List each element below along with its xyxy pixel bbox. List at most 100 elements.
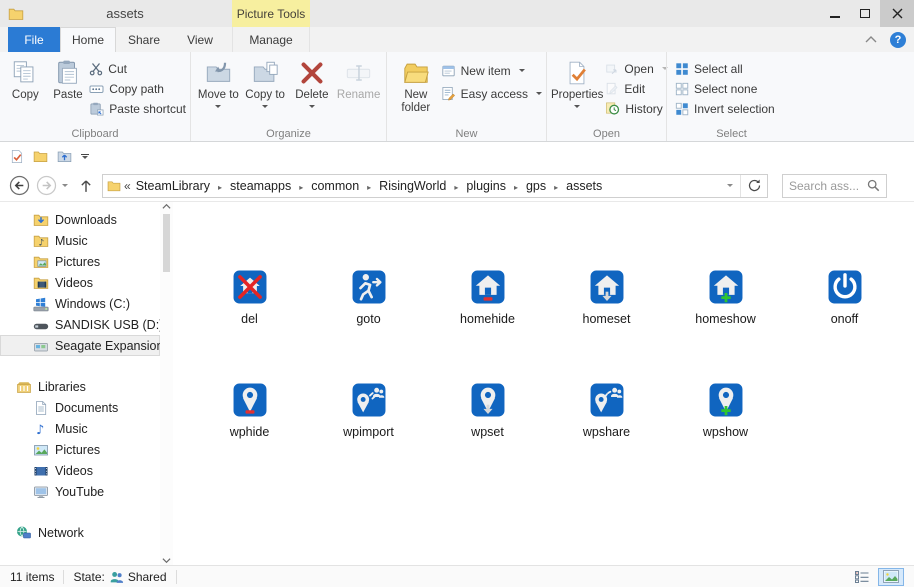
recent-locations-dropdown[interactable] bbox=[62, 184, 68, 187]
sidebar-item-youtube-library[interactable]: YouTube bbox=[0, 481, 160, 502]
paste-shortcut-button[interactable]: Paste shortcut bbox=[89, 100, 186, 117]
file-item-goto[interactable]: goto bbox=[309, 270, 428, 383]
search-input[interactable]: Search ass... bbox=[782, 174, 887, 198]
file-item-wpshow[interactable]: wpshow bbox=[666, 383, 785, 496]
scrollbar-thumb[interactable] bbox=[163, 214, 170, 272]
thumbnails-view-icon bbox=[883, 570, 899, 583]
tab-file[interactable]: File bbox=[8, 27, 60, 52]
properties-button[interactable]: Properties bbox=[551, 55, 603, 108]
sidebar-item-pictures-folder[interactable]: Pictures bbox=[0, 251, 160, 272]
file-item-wpshare[interactable]: wpshare bbox=[547, 383, 666, 496]
breadcrumb-arrow-icon[interactable] bbox=[361, 179, 377, 193]
paste-button[interactable]: Paste bbox=[47, 55, 90, 102]
state-label: State: bbox=[73, 570, 104, 584]
breadcrumb-segment[interactable]: plugins bbox=[464, 179, 524, 193]
select-all-button[interactable]: Select all bbox=[675, 60, 775, 77]
new-item-button[interactable]: New item bbox=[441, 62, 542, 79]
breadcrumb-overflow[interactable]: « bbox=[121, 179, 134, 193]
new-folder-icon bbox=[401, 57, 431, 89]
file-item-del[interactable]: del bbox=[190, 270, 309, 383]
file-item-homeset[interactable]: homeset bbox=[547, 270, 666, 383]
copy-button[interactable]: Copy bbox=[4, 55, 47, 102]
tab-home[interactable]: Home bbox=[60, 27, 116, 52]
thumbnails-view-button[interactable] bbox=[878, 568, 904, 586]
address-bar[interactable]: « SteamLibrary steamapps common RisingWo… bbox=[102, 174, 768, 198]
sidebar-scrollbar[interactable] bbox=[160, 202, 173, 565]
breadcrumb-segment[interactable]: assets bbox=[564, 179, 604, 193]
easy-access-button[interactable]: Easy access bbox=[441, 85, 542, 102]
breadcrumb-segment[interactable]: steamapps bbox=[228, 179, 309, 193]
picture-tools-header[interactable]: Picture Tools bbox=[232, 0, 310, 27]
up-button[interactable] bbox=[76, 176, 96, 196]
refresh-button[interactable] bbox=[741, 175, 767, 197]
move-to-button[interactable]: Move to bbox=[195, 55, 242, 108]
invert-selection-button[interactable]: Invert selection bbox=[675, 100, 775, 117]
qat-customize-button[interactable] bbox=[81, 154, 89, 159]
forward-button[interactable] bbox=[35, 174, 58, 197]
scroll-down-icon[interactable] bbox=[162, 557, 171, 564]
sidebar-item-downloads[interactable]: Downloads bbox=[0, 209, 160, 230]
sidebar-item-libraries[interactable]: Libraries bbox=[0, 376, 160, 397]
sidebar-item-seagate-expansion[interactable]: Seagate Expansion Dri bbox=[0, 335, 160, 356]
cut-button[interactable]: Cut bbox=[89, 60, 186, 77]
address-dropdown-button[interactable] bbox=[720, 175, 740, 197]
breadcrumb-segment[interactable]: gps bbox=[524, 179, 564, 193]
file-item-wphide[interactable]: wphide bbox=[190, 383, 309, 496]
ribbon-home: Copy Paste Cut Copy path Paste shortcut bbox=[0, 52, 914, 142]
qat-properties-icon[interactable] bbox=[9, 149, 24, 164]
rename-button[interactable]: Rename bbox=[335, 55, 382, 102]
breadcrumb-segment[interactable]: SteamLibrary bbox=[134, 179, 228, 193]
sidebar-item-network[interactable]: Network bbox=[0, 522, 160, 543]
collapse-ribbon-chevron-icon[interactable] bbox=[864, 35, 878, 44]
breadcrumb-arrow-icon[interactable] bbox=[548, 179, 564, 193]
file-item-wpset[interactable]: wpset bbox=[428, 383, 547, 496]
breadcrumb-arrow-icon[interactable] bbox=[508, 179, 524, 193]
qat-up-folder-icon[interactable] bbox=[57, 149, 72, 164]
select-none-button[interactable]: Select none bbox=[675, 80, 775, 97]
details-view-button[interactable] bbox=[849, 568, 875, 586]
sidebar-item-sandisk-usb[interactable]: SANDISK USB (D:) bbox=[0, 314, 160, 335]
copy-path-button[interactable]: Copy path bbox=[89, 80, 186, 97]
minimize-button[interactable] bbox=[820, 0, 850, 27]
scroll-up-icon[interactable] bbox=[162, 203, 171, 210]
sidebar-item-videos-library[interactable]: Videos bbox=[0, 460, 160, 481]
search-icon[interactable] bbox=[867, 179, 880, 192]
breadcrumb-segment[interactable]: RisingWorld bbox=[377, 179, 464, 193]
sidebar-item-documents-library[interactable]: Documents bbox=[0, 397, 160, 418]
sidebar-item-pictures-library[interactable]: Pictures bbox=[0, 439, 160, 460]
file-item-wpimport[interactable]: wpimport bbox=[309, 383, 428, 496]
breadcrumb-arrow-icon[interactable] bbox=[448, 179, 464, 193]
copy-to-button[interactable]: Copy to bbox=[242, 55, 289, 108]
tab-share[interactable]: Share bbox=[116, 27, 172, 52]
windows-drive-icon bbox=[33, 296, 49, 312]
breadcrumb-segment[interactable]: common bbox=[309, 179, 377, 193]
file-item-onoff[interactable]: onoff bbox=[785, 270, 904, 383]
main-content: Downloads ♪Music Pictures Videos Windows… bbox=[0, 202, 914, 565]
tab-manage[interactable]: Manage bbox=[232, 27, 310, 52]
qat-new-folder-icon[interactable] bbox=[33, 149, 48, 164]
history-button[interactable]: History bbox=[605, 100, 667, 117]
sidebar-item-music-folder[interactable]: ♪Music bbox=[0, 230, 160, 251]
homeset-icon bbox=[590, 270, 624, 304]
tab-view[interactable]: View bbox=[172, 27, 228, 52]
sidebar-item-label: Documents bbox=[55, 401, 118, 415]
breadcrumb-arrow-icon[interactable] bbox=[212, 179, 228, 193]
delete-button[interactable]: Delete bbox=[289, 55, 336, 108]
sidebar-item-music-library[interactable]: ♪Music bbox=[0, 418, 160, 439]
close-button[interactable] bbox=[880, 0, 914, 27]
edit-button[interactable]: Edit bbox=[605, 80, 667, 97]
file-item-homeshow[interactable]: homeshow bbox=[666, 270, 785, 383]
sidebar-item-windows-c[interactable]: Windows (C:) bbox=[0, 293, 160, 314]
breadcrumb-arrow-icon[interactable] bbox=[293, 179, 309, 193]
sidebar-item-videos-folder[interactable]: Videos bbox=[0, 272, 160, 293]
open-button[interactable]: Open bbox=[605, 60, 667, 77]
history-icon bbox=[605, 101, 620, 116]
file-item-homehide[interactable]: homehide bbox=[428, 270, 547, 383]
maximize-button[interactable] bbox=[850, 0, 880, 27]
file-list-area[interactable]: del goto homehide homeset homeshow bbox=[173, 202, 914, 565]
scrollbar-track[interactable] bbox=[162, 210, 171, 557]
back-button[interactable] bbox=[8, 174, 31, 197]
help-icon[interactable] bbox=[890, 32, 906, 48]
new-folder-button[interactable]: New folder bbox=[391, 55, 441, 115]
easy-access-label: Easy access bbox=[461, 87, 528, 101]
